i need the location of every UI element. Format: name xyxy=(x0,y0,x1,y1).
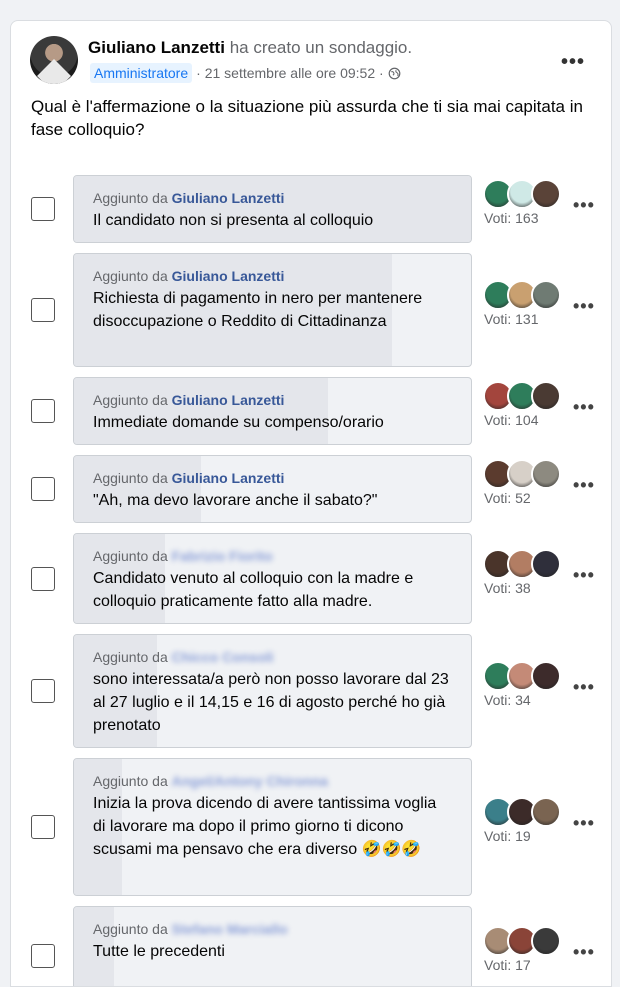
option-more-icon[interactable]: ••• xyxy=(573,942,595,963)
voter-avatar xyxy=(531,661,561,691)
voter-avatars[interactable] xyxy=(483,381,561,411)
option-more-icon[interactable]: ••• xyxy=(573,813,595,834)
poll-option: Aggiunto da Giuliano Lanzetti Immediate d… xyxy=(11,377,611,445)
option-checkbox[interactable] xyxy=(31,944,55,968)
option-added-by: Aggiunto da Giuliano Lanzetti xyxy=(93,265,453,287)
added-by-label: Aggiunto da xyxy=(93,268,172,284)
option-author-link[interactable]: Fabrizio Fiorito xyxy=(172,548,273,564)
option-author-link[interactable]: Giuliano Lanzetti xyxy=(172,190,285,206)
poll-option: Aggiunto da Fabrizio Fiorito Candidato ve… xyxy=(11,533,611,624)
option-answer-box[interactable]: Aggiunto da Giuliano Lanzetti Il candidat… xyxy=(73,175,472,243)
voter-avatar xyxy=(531,381,561,411)
option-answer-box[interactable]: Aggiunto da Giuliano Lanzetti Immediate d… xyxy=(73,377,472,445)
option-added-by: Aggiunto da Fabrizio Fiorito xyxy=(93,545,453,567)
option-author-link[interactable]: Giuliano Lanzetti xyxy=(172,268,285,284)
option-checkbox[interactable] xyxy=(31,197,55,221)
voter-avatars[interactable] xyxy=(483,797,561,827)
option-added-by: Aggiunto da Stefano Marciallo xyxy=(93,918,453,940)
added-by-label: Aggiunto da xyxy=(93,773,172,789)
option-checkbox[interactable] xyxy=(31,679,55,703)
option-checkbox[interactable] xyxy=(31,815,55,839)
admin-badge[interactable]: Amministratore xyxy=(90,63,193,83)
option-more-icon[interactable]: ••• xyxy=(573,195,595,216)
voter-avatar xyxy=(531,548,561,579)
voter-avatars[interactable] xyxy=(483,179,561,209)
vote-count[interactable]: Voti: 17 xyxy=(484,957,531,973)
option-answer-box[interactable]: Aggiunto da Chicco Consoli sono interessa… xyxy=(73,634,472,748)
voter-avatars[interactable] xyxy=(483,459,561,489)
option-answer-box[interactable]: Aggiunto da Giuliano Lanzetti "Ah, ma dev… xyxy=(73,455,472,523)
poll-question: Qual è l'affermazione o la situazione pi… xyxy=(31,97,583,139)
option-more-icon[interactable]: ••• xyxy=(573,397,595,418)
option-text: "Ah, ma devo lavorare anche il sabato?" xyxy=(93,492,378,509)
added-by-label: Aggiunto da xyxy=(93,548,172,564)
option-added-by: Aggiunto da Angel/Antony Chironna xyxy=(93,770,453,792)
vote-count[interactable]: Voti: 34 xyxy=(484,692,531,708)
voter-avatar xyxy=(531,179,561,209)
vote-count[interactable]: Voti: 131 xyxy=(484,311,539,327)
option-author-link[interactable]: Angel/Antony Chironna xyxy=(172,773,328,789)
voter-avatar xyxy=(531,459,561,489)
poll-option: Aggiunto da Giuliano Lanzetti "Ah, ma dev… xyxy=(11,455,611,523)
added-by-label: Aggiunto da xyxy=(93,649,172,665)
voter-avatars[interactable] xyxy=(483,548,561,579)
vote-count[interactable]: Voti: 52 xyxy=(484,490,531,506)
added-by-label: Aggiunto da xyxy=(93,190,172,206)
option-added-by: Aggiunto da Giuliano Lanzetti xyxy=(93,467,453,489)
option-more-icon[interactable]: ••• xyxy=(573,677,595,698)
post-action-text: ha creato un sondaggio. xyxy=(229,38,413,57)
option-text: sono interessata/a però non posso lavora… xyxy=(93,671,449,734)
post-meta: Amministratore · 21 settembre alle ore 0… xyxy=(90,63,401,83)
option-text: Tutte le precedenti xyxy=(93,943,225,960)
option-answer-box[interactable]: Aggiunto da Angel/Antony Chironna Inizia … xyxy=(73,758,472,896)
option-author-link[interactable]: Giuliano Lanzetti xyxy=(172,470,285,486)
vote-count[interactable]: Voti: 163 xyxy=(484,210,539,226)
added-by-label: Aggiunto da xyxy=(93,921,172,937)
option-added-by: Aggiunto da Giuliano Lanzetti xyxy=(93,187,453,209)
option-more-icon[interactable]: ••• xyxy=(573,565,595,586)
option-author-link[interactable]: Stefano Marciallo xyxy=(172,921,288,937)
option-added-by: Aggiunto da Giuliano Lanzetti xyxy=(93,389,453,411)
poll-post-card: Giuliano Lanzetti ha creato un sondaggio… xyxy=(10,20,612,987)
option-checkbox[interactable] xyxy=(31,298,55,322)
added-by-label: Aggiunto da xyxy=(93,392,172,408)
option-checkbox[interactable] xyxy=(31,477,55,501)
option-added-by: Aggiunto da Chicco Consoli xyxy=(93,646,453,668)
vote-count[interactable]: Voti: 19 xyxy=(484,828,531,844)
option-text: Il candidato non si presenta al colloqui… xyxy=(93,212,374,229)
voter-avatar xyxy=(531,926,561,956)
option-text: Candidato venuto al colloquio con la mad… xyxy=(93,570,414,610)
option-more-icon[interactable]: ••• xyxy=(573,475,595,496)
voter-avatars[interactable] xyxy=(483,926,561,956)
voter-avatar xyxy=(531,280,561,310)
option-more-icon[interactable]: ••• xyxy=(573,296,595,317)
option-text: Richiesta di pagamento in nero per mante… xyxy=(93,290,423,330)
author-name[interactable]: Giuliano Lanzetti xyxy=(88,38,225,57)
globe-icon xyxy=(388,67,401,79)
poll-option: Aggiunto da Angel/Antony Chironna Inizia … xyxy=(11,758,611,896)
option-text: Inizia la prova dicendo di avere tantiss… xyxy=(93,795,437,858)
poll-option: Aggiunto da Stefano Marciallo Tutte le pr… xyxy=(11,906,611,986)
option-answer-box[interactable]: Aggiunto da Giuliano Lanzetti Richiesta d… xyxy=(73,253,472,367)
poll-option: Aggiunto da Chicco Consoli sono interessa… xyxy=(11,634,611,748)
option-answer-box[interactable]: Aggiunto da Stefano Marciallo Tutte le pr… xyxy=(73,906,472,986)
post-timestamp[interactable]: · 21 settembre alle ore 09:52 · xyxy=(196,65,384,81)
option-checkbox[interactable] xyxy=(31,399,55,423)
option-author-link[interactable]: Chicco Consoli xyxy=(172,649,274,665)
post-more-options-icon[interactable]: ••• xyxy=(561,51,585,74)
option-checkbox[interactable] xyxy=(31,566,55,591)
vote-count[interactable]: Voti: 38 xyxy=(484,580,531,596)
author-avatar[interactable] xyxy=(30,36,78,84)
poll-option: Aggiunto da Giuliano Lanzetti Richiesta d… xyxy=(11,253,611,367)
option-answer-box[interactable]: Aggiunto da Fabrizio Fiorito Candidato ve… xyxy=(73,533,472,624)
added-by-label: Aggiunto da xyxy=(93,470,172,486)
voter-avatars[interactable] xyxy=(483,661,561,691)
post-header: Giuliano Lanzetti ha creato un sondaggio… xyxy=(88,38,412,58)
option-text: Immediate domande su compenso/orario xyxy=(93,414,384,431)
voter-avatar xyxy=(531,797,561,827)
vote-count[interactable]: Voti: 104 xyxy=(484,412,539,428)
poll-option: Aggiunto da Giuliano Lanzetti Il candidat… xyxy=(11,175,611,243)
option-author-link[interactable]: Giuliano Lanzetti xyxy=(172,392,285,408)
voter-avatars[interactable] xyxy=(483,280,561,310)
